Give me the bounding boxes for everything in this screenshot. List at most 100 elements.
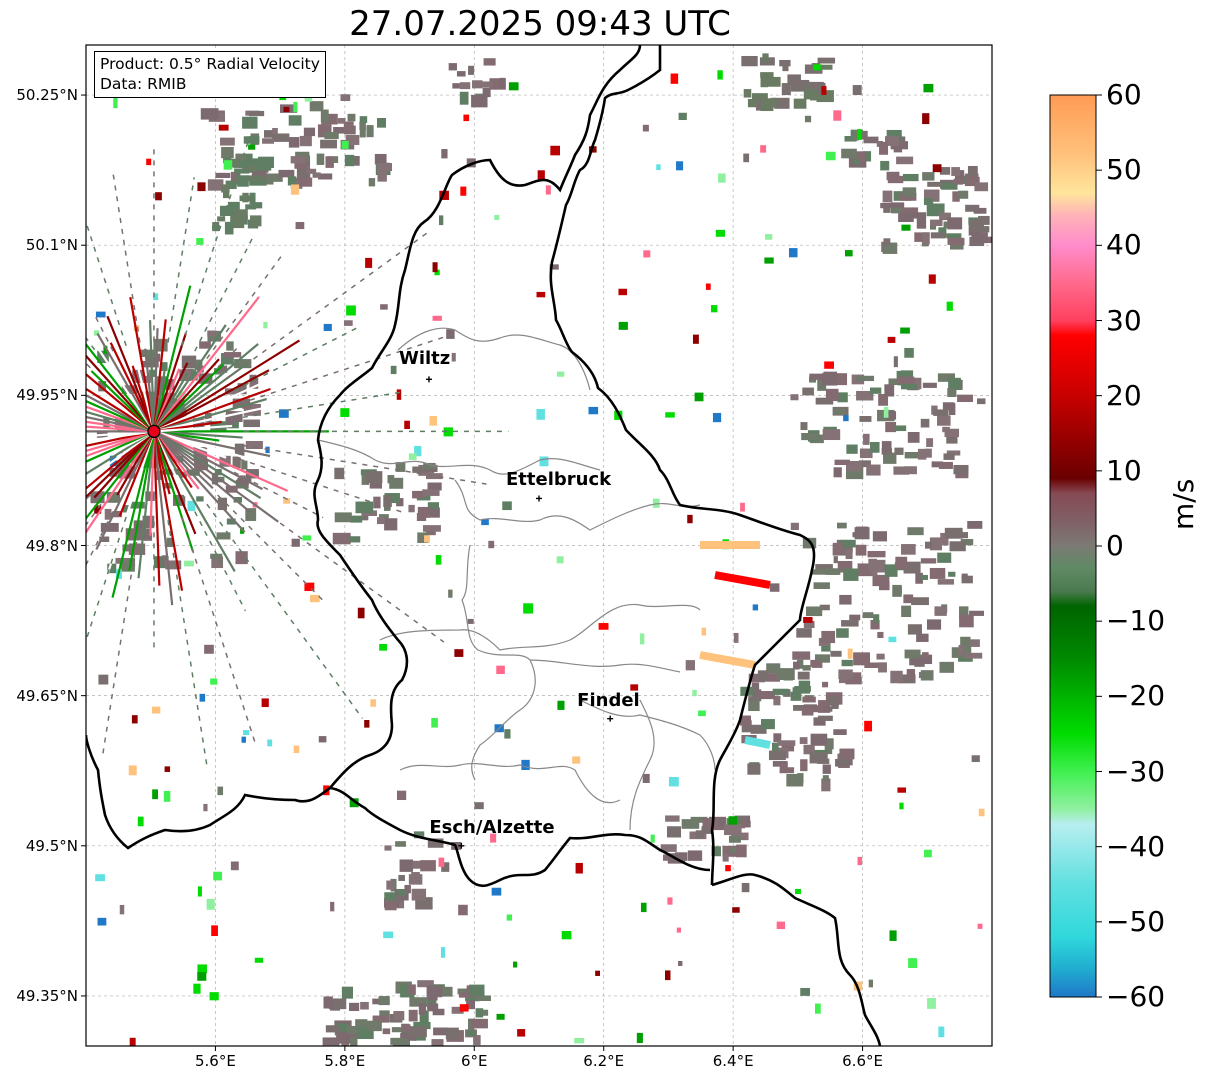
- echo-cell: [656, 164, 661, 171]
- colorbar-tick-label: 0: [1106, 529, 1124, 562]
- echo-cell: [384, 892, 396, 901]
- echo-cell: [705, 283, 711, 290]
- echo-cell: [832, 542, 843, 555]
- echo-cell: [843, 568, 859, 581]
- echo-cell: [878, 581, 890, 591]
- echo-cell: [332, 532, 351, 545]
- echo-cell: [801, 432, 819, 441]
- echo-cell: [900, 327, 910, 334]
- echo-cell: [575, 862, 583, 874]
- echo-cell: [790, 394, 799, 401]
- echo-cell: [146, 158, 152, 166]
- echo-cell: [916, 217, 927, 229]
- echo-cell: [790, 522, 799, 531]
- echo-cell: [396, 389, 402, 400]
- colorbar-tick-label: −10: [1106, 604, 1166, 638]
- national-border: [313, 45, 642, 789]
- echo-cell: [263, 130, 273, 138]
- echo-cell: [574, 1037, 585, 1044]
- echo-cell: [618, 288, 628, 296]
- echo-cell: [128, 765, 137, 776]
- echo-cell: [917, 448, 927, 460]
- echo-cell: [930, 232, 946, 239]
- echo-cell: [841, 620, 859, 627]
- echo-cell: [550, 145, 560, 156]
- echo-cell: [209, 992, 219, 1001]
- lat-label: 49.65°N: [16, 686, 78, 705]
- echo-cell: [390, 365, 397, 375]
- echo-cell: [432, 262, 438, 273]
- echo-cell: [513, 961, 518, 968]
- echo-cell: [545, 185, 551, 195]
- echo-cell: [242, 116, 258, 129]
- echo-cell: [900, 370, 914, 378]
- echo-cell: [197, 964, 207, 974]
- echo-cell: [334, 512, 352, 523]
- radar-site-icon: [147, 424, 161, 439]
- echo-cell: [196, 496, 204, 502]
- echo-cell: [98, 674, 109, 685]
- lat-label: 49.5°N: [25, 836, 78, 855]
- echo-cell: [207, 330, 217, 337]
- echo-cell: [377, 517, 385, 525]
- echo-cell: [907, 527, 924, 536]
- echo-cell: [768, 750, 786, 761]
- echo-cell: [459, 91, 469, 105]
- echo-cell: [536, 291, 546, 298]
- echo-cell: [937, 579, 955, 585]
- info-box: Product: 0.5° Radial Velocity Data: RMIB: [94, 51, 326, 98]
- echo-cell: [293, 745, 300, 753]
- echo-cell: [880, 160, 890, 171]
- echo-cell: [384, 845, 392, 851]
- colorbar-ticks: [1096, 94, 1102, 998]
- echo-cell: [939, 661, 955, 673]
- echo-cell: [424, 535, 430, 543]
- echo-cell: [365, 471, 383, 484]
- echo-cell: [494, 214, 500, 221]
- echo-cell: [557, 700, 565, 710]
- echo-cell: [891, 202, 905, 208]
- echo-cell: [340, 408, 350, 417]
- echo-spoke: [12, 445, 65, 453]
- echo-cell: [207, 179, 224, 191]
- echo-cell: [643, 250, 651, 258]
- echo-spoke: [167, 520, 209, 769]
- echo-cell: [408, 504, 415, 513]
- echo-cell: [197, 182, 206, 192]
- echo-cell: [395, 841, 406, 847]
- lon-label: 6.2°E: [583, 1052, 625, 1070]
- lon-label: 5.8°E: [324, 1052, 366, 1070]
- echo-cell: [418, 1003, 427, 1015]
- echo-cell: [261, 698, 269, 708]
- echo-cell: [961, 573, 968, 580]
- echo-cell: [223, 160, 233, 170]
- echo-cell: [878, 662, 887, 673]
- echo-cell: [895, 586, 902, 595]
- echo-cell: [556, 556, 564, 564]
- echo-spoke: [0, 484, 81, 582]
- echo-cell: [830, 650, 842, 657]
- echo-cell: [343, 320, 353, 326]
- echo-cell: [948, 571, 956, 577]
- echo-cell: [217, 786, 224, 796]
- echo-cell: [864, 720, 873, 732]
- echo-cell: [733, 632, 739, 643]
- echo-cell: [350, 515, 363, 523]
- canton-boundary: [529, 659, 681, 673]
- echo-cell: [670, 73, 679, 84]
- echo-cell: [325, 156, 334, 168]
- echo-cell: [408, 984, 416, 995]
- echo-cell: [788, 248, 798, 258]
- echo-cell: [377, 118, 387, 128]
- echo-cell: [417, 506, 430, 518]
- echo-cell: [792, 651, 811, 660]
- echo-cell: [445, 1027, 459, 1040]
- echo-cell: [833, 729, 847, 735]
- echo-cell: [237, 175, 249, 187]
- echo-cell: [741, 882, 750, 893]
- echo-cell: [914, 232, 923, 242]
- echo-cell: [887, 336, 896, 343]
- echo-cell: [459, 82, 471, 90]
- echo-cell: [853, 652, 870, 666]
- echo-cell: [422, 489, 440, 496]
